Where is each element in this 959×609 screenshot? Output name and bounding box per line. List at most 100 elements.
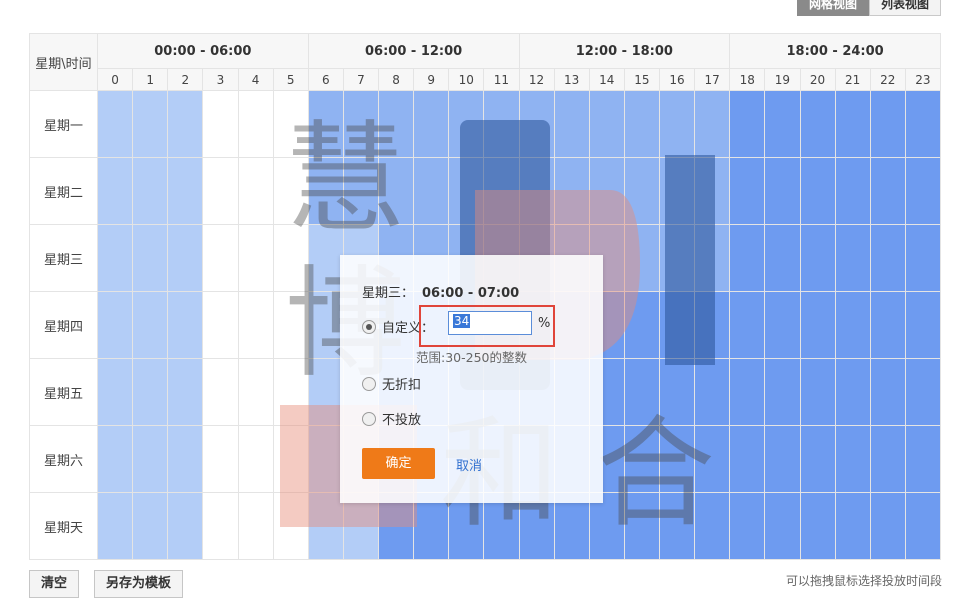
grid-view-button[interactable]: 网格视图 bbox=[796, 0, 869, 16]
schedule-cell[interactable] bbox=[694, 425, 731, 493]
schedule-cell[interactable] bbox=[377, 157, 415, 225]
schedule-cell[interactable] bbox=[764, 492, 801, 560]
schedule-cell[interactable] bbox=[132, 157, 169, 225]
schedule-cell[interactable] bbox=[132, 291, 169, 359]
schedule-cell[interactable] bbox=[904, 425, 942, 493]
schedule-cell[interactable] bbox=[518, 90, 555, 158]
schedule-cell[interactable] bbox=[904, 358, 942, 426]
schedule-cell[interactable] bbox=[623, 90, 661, 158]
schedule-cell[interactable] bbox=[167, 358, 204, 426]
schedule-cell[interactable] bbox=[307, 358, 344, 426]
schedule-cell[interactable] bbox=[483, 90, 520, 158]
schedule-cell[interactable] bbox=[694, 157, 731, 225]
schedule-cell[interactable] bbox=[307, 492, 344, 560]
schedule-cell[interactable] bbox=[729, 291, 766, 359]
schedule-cell[interactable] bbox=[413, 90, 450, 158]
schedule-cell[interactable] bbox=[167, 291, 204, 359]
schedule-cell[interactable] bbox=[132, 425, 169, 493]
schedule-cell[interactable] bbox=[904, 157, 942, 225]
schedule-cell[interactable] bbox=[272, 425, 309, 493]
schedule-cell[interactable] bbox=[202, 291, 239, 359]
schedule-cell[interactable] bbox=[202, 90, 239, 158]
schedule-cell[interactable] bbox=[272, 358, 309, 426]
schedule-cell[interactable] bbox=[132, 224, 169, 292]
schedule-cell[interactable] bbox=[448, 90, 485, 158]
schedule-cell[interactable] bbox=[658, 224, 696, 292]
schedule-cell[interactable] bbox=[307, 224, 344, 292]
schedule-cell[interactable] bbox=[834, 425, 871, 493]
schedule-cell[interactable] bbox=[96, 358, 134, 426]
no-delivery-radio[interactable] bbox=[362, 411, 376, 426]
schedule-cell[interactable] bbox=[799, 492, 836, 560]
schedule-cell[interactable] bbox=[553, 90, 590, 158]
schedule-cell[interactable] bbox=[834, 90, 871, 158]
schedule-cell[interactable] bbox=[623, 224, 661, 292]
save-template-button[interactable]: 另存为模板 bbox=[94, 570, 184, 598]
schedule-cell[interactable] bbox=[623, 358, 661, 426]
custom-option[interactable]: 自定义： bbox=[362, 317, 434, 336]
schedule-cell[interactable] bbox=[799, 425, 836, 493]
schedule-cell[interactable] bbox=[342, 157, 380, 225]
schedule-cell[interactable] bbox=[132, 358, 169, 426]
schedule-cell[interactable] bbox=[799, 90, 836, 158]
schedule-cell[interactable] bbox=[729, 358, 766, 426]
schedule-cell[interactable] bbox=[764, 425, 801, 493]
schedule-cell[interactable] bbox=[167, 224, 204, 292]
schedule-cell[interactable] bbox=[132, 492, 169, 560]
no-discount-radio[interactable] bbox=[362, 376, 376, 391]
schedule-cell[interactable] bbox=[96, 492, 134, 560]
schedule-cell[interactable] bbox=[307, 157, 344, 225]
cancel-link[interactable]: 取消 bbox=[456, 455, 482, 474]
schedule-cell[interactable] bbox=[799, 224, 836, 292]
schedule-cell[interactable] bbox=[729, 425, 766, 493]
schedule-cell[interactable] bbox=[729, 90, 766, 158]
schedule-cell[interactable] bbox=[202, 425, 239, 493]
schedule-cell[interactable] bbox=[272, 291, 309, 359]
schedule-cell[interactable] bbox=[834, 291, 871, 359]
schedule-cell[interactable] bbox=[904, 492, 942, 560]
schedule-cell[interactable] bbox=[834, 358, 871, 426]
schedule-cell[interactable] bbox=[237, 358, 274, 426]
schedule-cell[interactable] bbox=[729, 157, 766, 225]
schedule-cell[interactable] bbox=[904, 90, 942, 158]
schedule-cell[interactable] bbox=[96, 224, 134, 292]
schedule-cell[interactable] bbox=[237, 157, 274, 225]
schedule-cell[interactable] bbox=[658, 492, 696, 560]
schedule-cell[interactable] bbox=[307, 425, 344, 493]
schedule-cell[interactable] bbox=[694, 492, 731, 560]
schedule-cell[interactable] bbox=[483, 157, 520, 225]
schedule-cell[interactable] bbox=[658, 157, 696, 225]
schedule-cell[interactable] bbox=[904, 291, 942, 359]
schedule-cell[interactable] bbox=[869, 224, 906, 292]
schedule-cell[interactable] bbox=[904, 224, 942, 292]
schedule-cell[interactable] bbox=[96, 291, 134, 359]
schedule-cell[interactable] bbox=[799, 157, 836, 225]
schedule-cell[interactable] bbox=[869, 291, 906, 359]
schedule-cell[interactable] bbox=[694, 224, 731, 292]
schedule-cell[interactable] bbox=[623, 425, 661, 493]
schedule-cell[interactable] bbox=[167, 425, 204, 493]
schedule-cell[interactable] bbox=[764, 157, 801, 225]
schedule-cell[interactable] bbox=[272, 492, 309, 560]
schedule-cell[interactable] bbox=[623, 492, 661, 560]
schedule-cell[interactable] bbox=[272, 224, 309, 292]
schedule-cell[interactable] bbox=[167, 492, 204, 560]
schedule-cell[interactable] bbox=[167, 157, 204, 225]
schedule-cell[interactable] bbox=[764, 358, 801, 426]
schedule-cell[interactable] bbox=[694, 358, 731, 426]
schedule-cell[interactable] bbox=[834, 157, 871, 225]
schedule-cell[interactable] bbox=[694, 90, 731, 158]
clear-button[interactable]: 清空 bbox=[29, 570, 80, 598]
schedule-cell[interactable] bbox=[448, 157, 485, 225]
custom-radio[interactable] bbox=[362, 319, 376, 334]
schedule-cell[interactable] bbox=[799, 291, 836, 359]
schedule-cell[interactable] bbox=[799, 358, 836, 426]
schedule-cell[interactable] bbox=[307, 90, 344, 158]
schedule-cell[interactable] bbox=[237, 492, 274, 560]
schedule-cell[interactable] bbox=[869, 157, 906, 225]
schedule-cell[interactable] bbox=[869, 492, 906, 560]
list-view-button[interactable]: 列表视图 bbox=[868, 0, 941, 16]
schedule-cell[interactable] bbox=[658, 90, 696, 158]
schedule-cell[interactable] bbox=[834, 492, 871, 560]
schedule-cell[interactable] bbox=[518, 157, 555, 225]
